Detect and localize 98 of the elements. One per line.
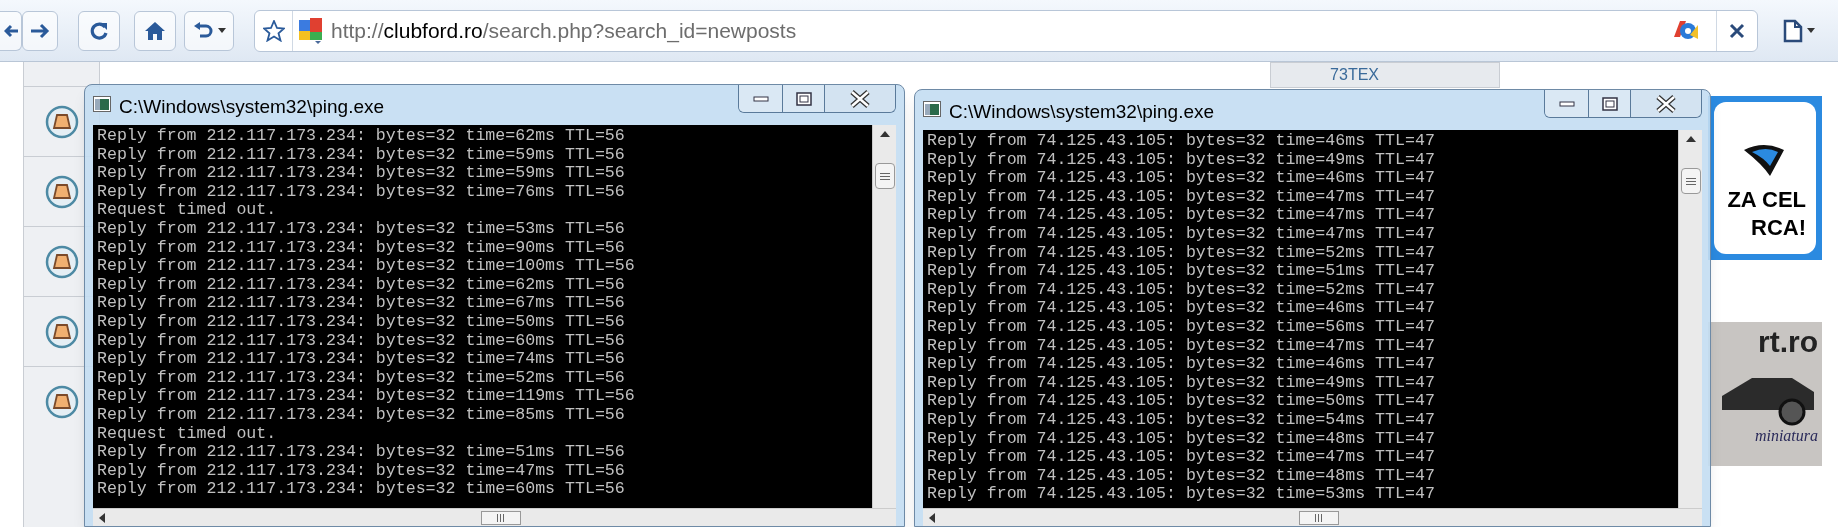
console-line: Reply from 74.125.43.105: bytes=32 time=53ms TTL=47 bbox=[927, 485, 1435, 504]
close-button[interactable] bbox=[1631, 90, 1701, 117]
console-line: Reply from 212.117.173.234: bytes=32 time=59ms TTL=56 bbox=[97, 145, 625, 165]
url-text[interactable]: http://clubford.ro/search.php?search_id=newposts bbox=[331, 14, 797, 47]
console-line: Reply from 212.117.173.234: bytes=32 time=74ms TTL=56 bbox=[97, 350, 625, 369]
console-line: Reply from 212.117.173.234: bytes=32 time=51ms TTL=56 bbox=[97, 443, 625, 462]
console-line: Reply from 212.117.173.234: bytes=32 time=47ms TTL=56 bbox=[97, 461, 625, 481]
console-line: Reply from 74.125.43.105: bytes=32 time=52ms TTL=47 bbox=[927, 243, 1435, 263]
minimize-button[interactable] bbox=[1545, 90, 1589, 117]
maximize-icon bbox=[795, 91, 812, 106]
console-line: Reply from 212.117.173.234: bytes=32 time=85ms TTL=56 bbox=[97, 405, 625, 425]
status-icon bbox=[44, 104, 79, 139]
console-line: Request timed out. bbox=[97, 201, 277, 220]
console-line: Reply from 212.117.173.234: bytes=32 time=90ms TTL=56 bbox=[97, 238, 625, 258]
console-line: Reply from 74.125.43.105: bytes=32 time=47ms TTL=47 bbox=[927, 336, 1435, 356]
console-line: Reply from 74.125.43.105: bytes=32 time=54ms TTL=47 bbox=[927, 410, 1435, 430]
close-button[interactable] bbox=[825, 85, 895, 112]
console-line: Reply from 212.117.173.234: bytes=32 time=50ms TTL=56 bbox=[97, 312, 625, 332]
console-line: Reply from 212.117.173.234: bytes=32 time=60ms TTL=56 bbox=[97, 480, 625, 499]
undo-button[interactable] bbox=[184, 10, 234, 51]
status-icon bbox=[44, 174, 79, 209]
scrollbar-thumb[interactable] bbox=[480, 510, 521, 525]
back-button[interactable] bbox=[0, 10, 22, 51]
reload-button[interactable] bbox=[78, 10, 120, 51]
console-line: Reply from 74.125.43.105: bytes=32 time=52ms TTL=47 bbox=[927, 280, 1435, 300]
home-icon bbox=[144, 20, 166, 41]
caret-icon bbox=[1807, 28, 1815, 33]
vertical-scrollbar[interactable] bbox=[1678, 130, 1702, 508]
console-line: Reply from 212.117.173.234: bytes=32 time=59ms TTL=56 bbox=[97, 164, 625, 183]
console-line: Reply from 212.117.173.234: bytes=32 time=100ms TTL=56 bbox=[97, 257, 635, 276]
console-line: Reply from 74.125.43.105: bytes=32 time=47ms TTL=47 bbox=[927, 224, 1435, 244]
horizontal-scrollbar[interactable] bbox=[93, 508, 896, 526]
undo-icon bbox=[192, 21, 215, 40]
console-line: Reply from 74.125.43.105: bytes=32 time=49ms TTL=47 bbox=[927, 150, 1435, 170]
home-button[interactable] bbox=[134, 10, 176, 51]
status-icon bbox=[44, 314, 79, 349]
scrollbar-thumb[interactable] bbox=[1680, 168, 1701, 194]
console-line: Reply from 74.125.43.105: bytes=32 time=48ms TTL=47 bbox=[927, 466, 1435, 486]
close-icon bbox=[1655, 94, 1677, 113]
address-bar[interactable]: http://clubford.ro/search.php?search_id=newposts bbox=[254, 9, 1758, 52]
ad-text: rt.ro bbox=[1758, 324, 1818, 360]
scroll-up-icon bbox=[1685, 136, 1696, 142]
minimize-button[interactable] bbox=[739, 85, 783, 112]
console-line: Request timed out. bbox=[97, 424, 277, 444]
maximize-button[interactable] bbox=[1589, 90, 1631, 117]
star-icon[interactable] bbox=[262, 19, 285, 42]
status-icon bbox=[44, 244, 79, 279]
vertical-scrollbar[interactable] bbox=[872, 125, 896, 508]
console-app-icon bbox=[93, 96, 111, 112]
ad-text: miniatura bbox=[1754, 426, 1818, 446]
console-line: Reply from 74.125.43.105: bytes=32 time=46ms TTL=47 bbox=[927, 355, 1435, 374]
maximize-button[interactable] bbox=[783, 85, 825, 112]
scroll-up-icon bbox=[879, 131, 890, 137]
ad-text: RCA! bbox=[1751, 214, 1806, 242]
reload-icon bbox=[89, 20, 109, 41]
console-line: Reply from 74.125.43.105: bytes=32 time=49ms TTL=47 bbox=[927, 373, 1435, 393]
console-line: Reply from 74.125.43.105: bytes=32 time=47ms TTL=47 bbox=[927, 448, 1435, 467]
console-line: Reply from 212.117.173.234: bytes=32 time=52ms TTL=56 bbox=[97, 368, 625, 388]
close-icon bbox=[849, 89, 871, 108]
forward-icon bbox=[30, 21, 50, 40]
console-line: Reply from 74.125.43.105: bytes=32 time=56ms TTL=47 bbox=[927, 317, 1435, 337]
shield-logo-icon bbox=[1742, 144, 1786, 178]
status-icon bbox=[44, 384, 79, 419]
console-line: Reply from 74.125.43.105: bytes=32 time=47ms TTL=47 bbox=[927, 187, 1435, 207]
console-line: Reply from 74.125.43.105: bytes=32 time=46ms TTL=47 bbox=[927, 132, 1435, 151]
console-line: Reply from 74.125.43.105: bytes=32 time=48ms TTL=47 bbox=[927, 429, 1435, 449]
console-line: Reply from 74.125.43.105: bytes=32 time=51ms TTL=47 bbox=[927, 262, 1435, 281]
console-line: Reply from 74.125.43.105: bytes=32 time=46ms TTL=47 bbox=[927, 169, 1435, 188]
header-text: 73TEX bbox=[1330, 65, 1379, 85]
scroll-left-icon bbox=[929, 512, 935, 523]
maximize-icon bbox=[1601, 96, 1618, 111]
close-icon bbox=[1729, 22, 1745, 39]
console-line: Reply from 212.117.173.234: bytes=32 time=60ms TTL=56 bbox=[97, 331, 625, 351]
window-title: C:\Windows\system32\ping.exe bbox=[119, 95, 385, 119]
ad-text: ZA CEL bbox=[1727, 186, 1806, 214]
scrollbar-thumb[interactable] bbox=[1298, 510, 1339, 525]
console-line: Reply from 74.125.43.105: bytes=32 time=50ms TTL=47 bbox=[927, 392, 1435, 411]
caret-icon bbox=[217, 28, 226, 33]
minimize-icon bbox=[1558, 100, 1575, 107]
console-line: Reply from 212.117.173.234: bytes=32 time=76ms TTL=56 bbox=[97, 182, 625, 202]
site-favicon-icon bbox=[299, 17, 323, 44]
model-cars-ad-banner[interactable]: rt.ro miniatura bbox=[1708, 322, 1822, 466]
minimize-icon bbox=[752, 95, 769, 102]
console-line: Reply from 212.117.173.234: bytes=32 time=62ms TTL=56 bbox=[97, 275, 625, 295]
console-line: Reply from 74.125.43.105: bytes=32 time=46ms TTL=47 bbox=[927, 299, 1435, 318]
window-title: C:\Windows\system32\ping.exe bbox=[949, 100, 1215, 124]
back-icon bbox=[3, 22, 18, 39]
forward-button[interactable] bbox=[22, 10, 58, 51]
page-icon bbox=[1783, 18, 1803, 43]
console-app-icon bbox=[923, 101, 941, 117]
console-line: Reply from 212.117.173.234: bytes=32 time=62ms TTL=56 bbox=[97, 127, 625, 146]
console-line: Reply from 74.125.43.105: bytes=32 time=47ms TTL=47 bbox=[927, 206, 1435, 225]
console-line: Reply from 212.117.173.234: bytes=32 time=119ms TTL=56 bbox=[97, 387, 635, 406]
insurance-ad-banner[interactable]: ZA CEL RCA! bbox=[1708, 96, 1822, 260]
horizontal-scrollbar[interactable] bbox=[923, 508, 1702, 526]
scrollbar-thumb[interactable] bbox=[874, 163, 895, 189]
console-line: Reply from 212.117.173.234: bytes=32 time=53ms TTL=56 bbox=[97, 219, 625, 239]
console-line: Reply from 212.117.173.234: bytes=32 time=67ms TTL=56 bbox=[97, 294, 625, 313]
